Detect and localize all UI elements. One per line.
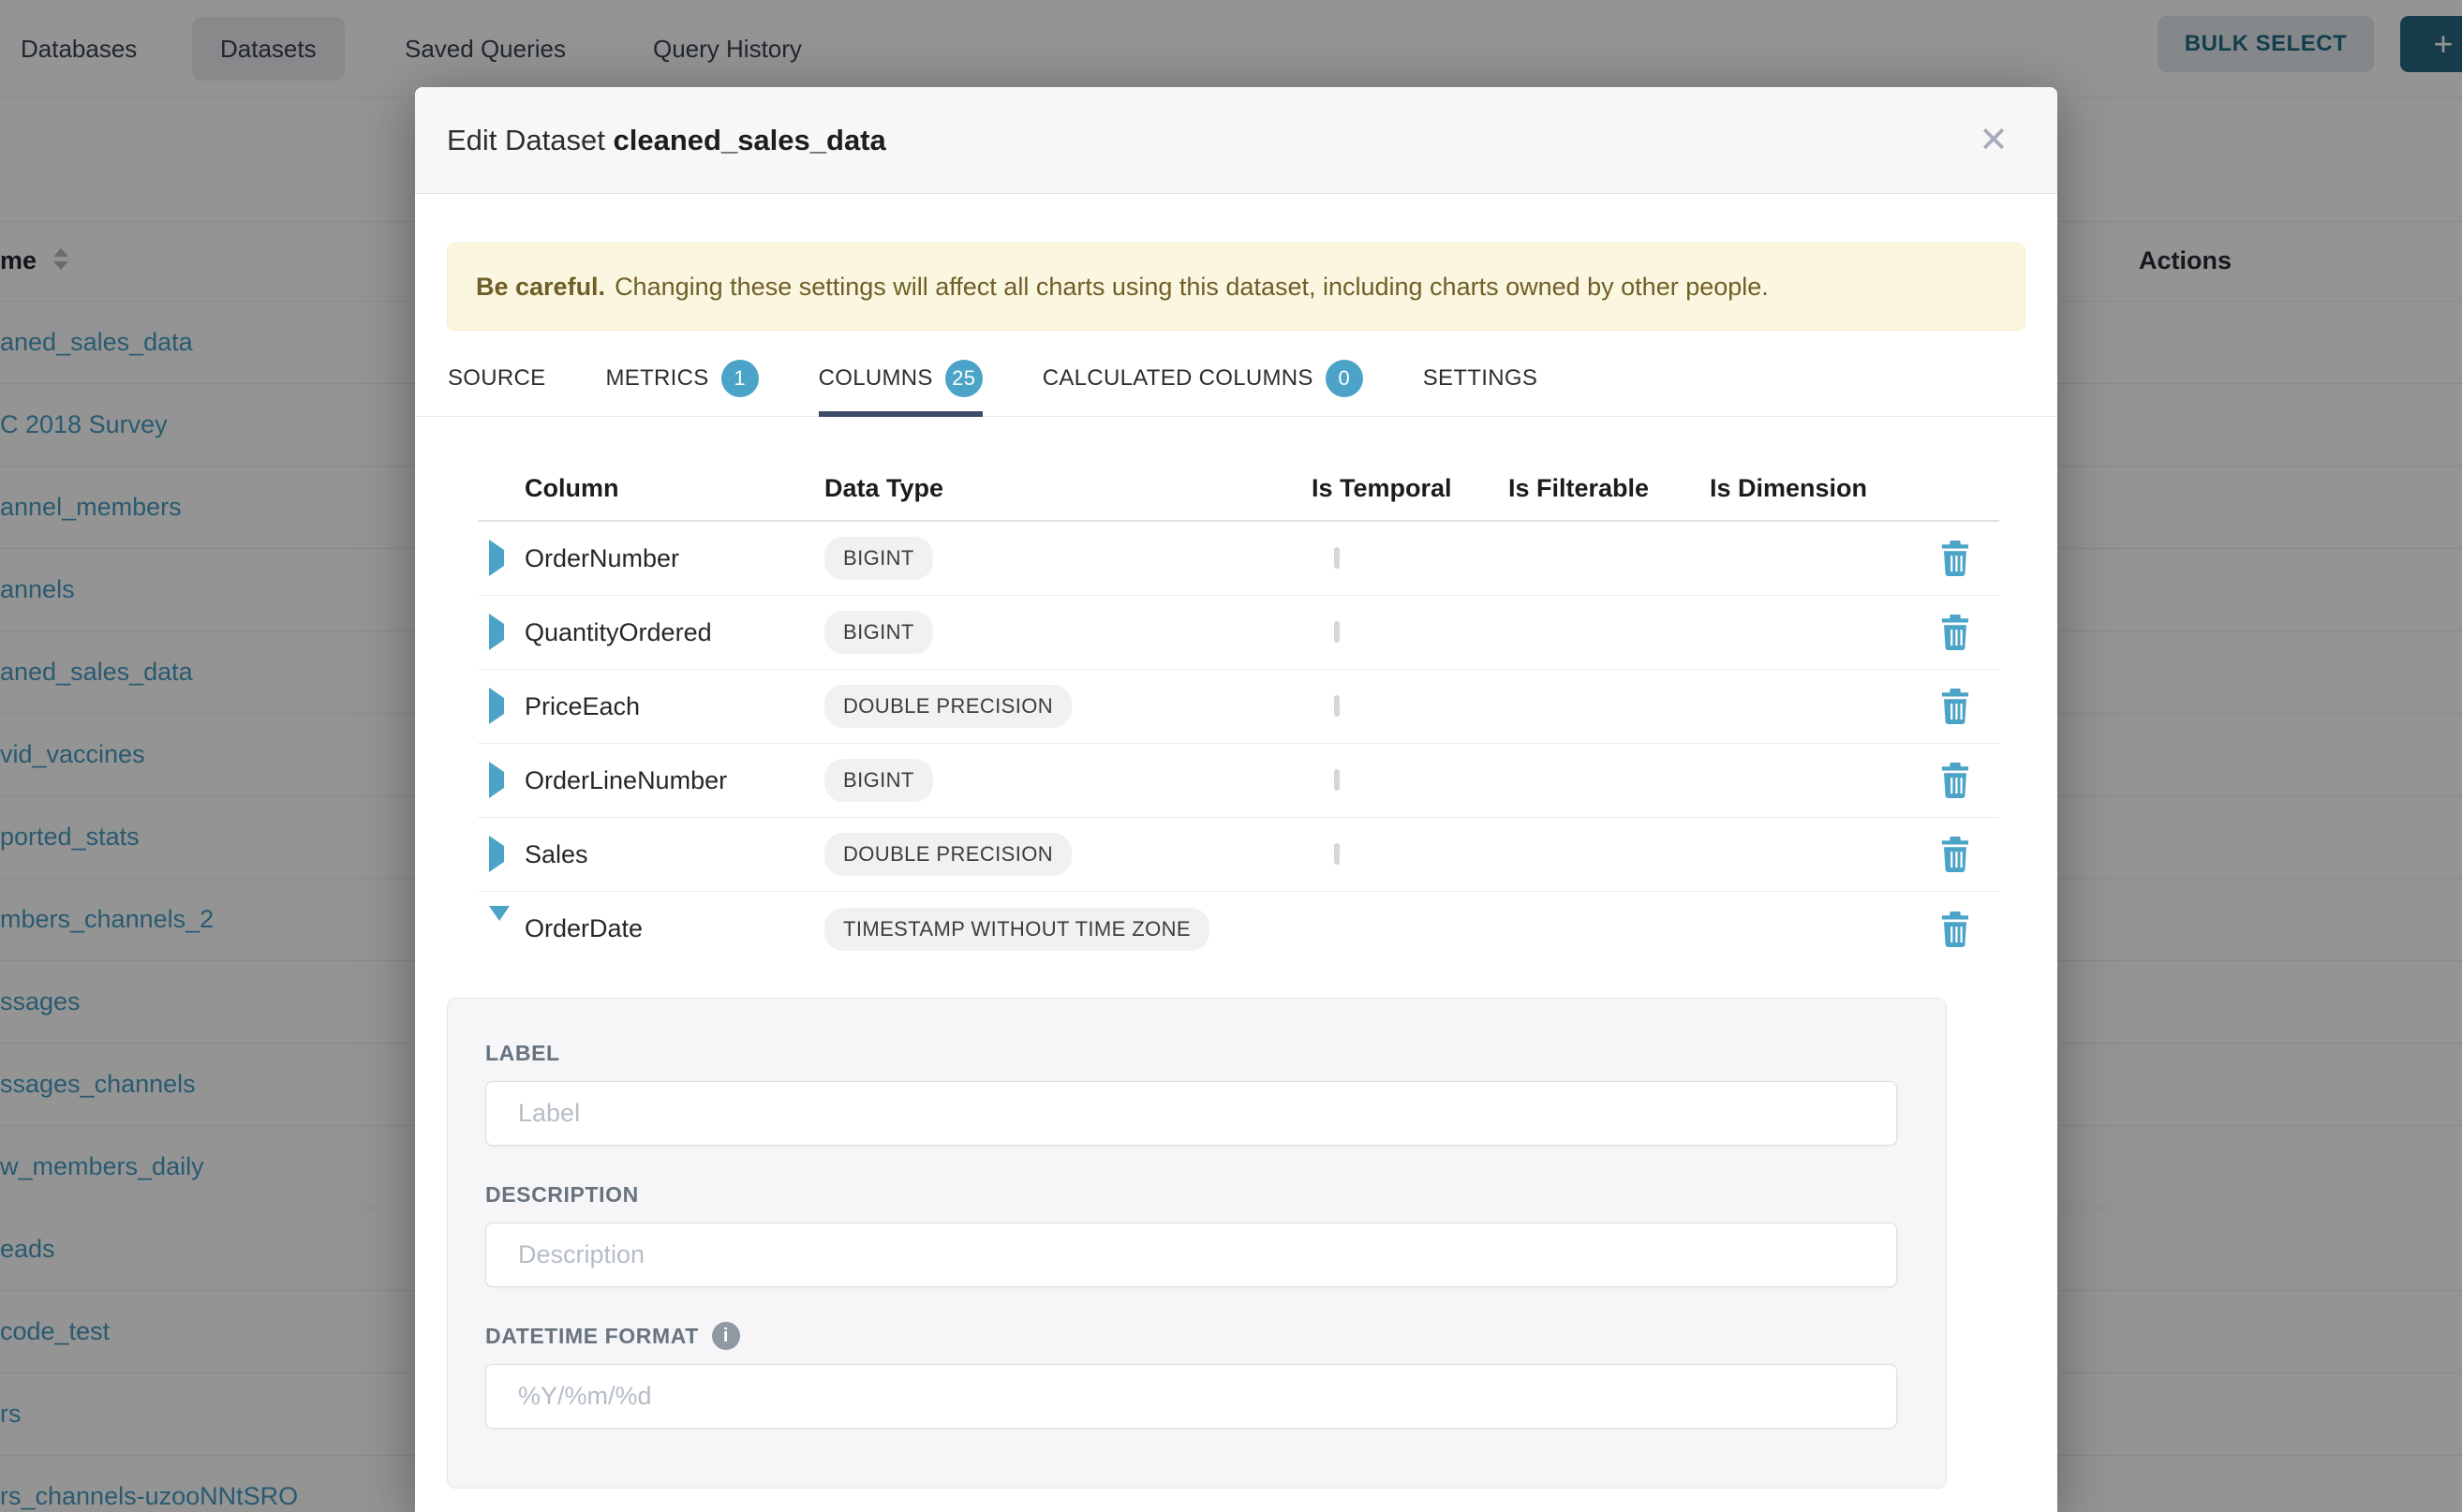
description-field-label: DESCRIPTION [485, 1181, 1897, 1208]
warning-text: Changing these settings will affect all … [615, 273, 1769, 301]
expand-caret-icon[interactable] [489, 688, 504, 724]
column-row: OrderDate TIMESTAMP WITHOUT TIME ZONE [478, 892, 1999, 966]
columns-count-badge: 25 [945, 360, 983, 397]
expand-caret-icon[interactable] [489, 836, 504, 872]
metrics-count-badge: 1 [721, 360, 759, 397]
delete-column-icon[interactable] [1939, 912, 1971, 947]
expand-caret-icon[interactable] [489, 614, 504, 650]
modal-header: Edit Dataset cleaned_sales_data ✕ [415, 87, 2057, 194]
delete-column-icon[interactable] [1939, 541, 1971, 576]
delete-column-icon[interactable] [1939, 689, 1971, 724]
column-row: Sales DOUBLE PRECISION [478, 818, 1999, 892]
column-row: OrderLineNumber BIGINT [478, 744, 1999, 818]
delete-column-icon[interactable] [1939, 837, 1971, 872]
header-is-temporal: Is Temporal [1312, 474, 1508, 503]
label-input[interactable] [485, 1081, 1897, 1146]
expand-caret-icon[interactable] [489, 540, 504, 576]
edit-dataset-modal: Edit Dataset cleaned_sales_data ✕ Be car… [415, 87, 2057, 1512]
data-type-pill: BIGINT [824, 759, 933, 802]
modal-tabbar: SOURCE METRICS 1 COLUMNS 25 CALCULATED C… [415, 353, 2057, 417]
expand-caret-icon[interactable] [489, 906, 510, 937]
column-row: QuantityOrdered BIGINT [478, 596, 1999, 670]
delete-column-icon[interactable] [1939, 763, 1971, 798]
column-name: QuantityOrdered [525, 618, 824, 647]
tab-label: SOURCE [448, 365, 545, 392]
is-temporal-checkbox[interactable] [1334, 547, 1340, 569]
header-is-dimension: Is Dimension [1710, 474, 1911, 503]
is-temporal-checkbox[interactable] [1334, 769, 1340, 791]
tab-settings[interactable]: SETTINGS [1423, 353, 1537, 416]
datetime-format-field-label: DATETIME FORMAT i [485, 1323, 1897, 1349]
column-name: OrderDate [525, 914, 824, 943]
header-data-type: Data Type [824, 474, 1312, 503]
calculated-columns-count-badge: 0 [1326, 360, 1363, 397]
data-type-pill: DOUBLE PRECISION [824, 685, 1072, 728]
column-name: OrderLineNumber [525, 766, 824, 795]
data-type-pill: DOUBLE PRECISION [824, 833, 1072, 876]
is-temporal-checkbox[interactable] [1334, 695, 1340, 717]
is-temporal-checkbox[interactable] [1334, 621, 1340, 643]
tab-columns[interactable]: COLUMNS 25 [819, 353, 983, 416]
is-temporal-checkbox[interactable] [1334, 843, 1340, 865]
tab-label: METRICS [605, 365, 708, 392]
modal-title: Edit Dataset cleaned_sales_data [447, 124, 886, 157]
column-name: PriceEach [525, 692, 824, 721]
tab-label: SETTINGS [1423, 365, 1537, 392]
label-field-label: LABEL [485, 1040, 1897, 1066]
info-icon[interactable]: i [712, 1322, 740, 1350]
tab-metrics[interactable]: METRICS 1 [605, 353, 758, 416]
header-column: Column [525, 474, 824, 503]
column-detail-panel: LABEL DESCRIPTION DATETIME FORMAT i [447, 998, 1947, 1489]
tab-source[interactable]: SOURCE [448, 353, 545, 416]
tab-label: CALCULATED COLUMNS [1043, 365, 1313, 392]
delete-column-icon[interactable] [1939, 615, 1971, 650]
column-name: OrderNumber [525, 544, 824, 573]
header-is-filterable: Is Filterable [1508, 474, 1710, 503]
description-input[interactable] [485, 1223, 1897, 1287]
data-type-pill: BIGINT [824, 611, 933, 654]
close-icon[interactable]: ✕ [1979, 123, 2009, 158]
warning-banner: Be careful. Changing these settings will … [447, 243, 2025, 331]
column-row: OrderNumber BIGINT [478, 522, 1999, 596]
data-type-pill: BIGINT [824, 537, 933, 580]
column-name: Sales [525, 840, 824, 869]
expand-caret-icon[interactable] [489, 762, 504, 798]
warning-bold: Be careful. [476, 273, 605, 301]
datetime-format-input[interactable] [485, 1364, 1897, 1429]
column-row: PriceEach DOUBLE PRECISION [478, 670, 1999, 744]
data-type-pill: TIMESTAMP WITHOUT TIME ZONE [824, 908, 1209, 951]
columns-table-header: Column Data Type Is Temporal Is Filterab… [478, 456, 1999, 522]
modal-title-prefix: Edit Dataset [447, 124, 605, 156]
tab-calculated-columns[interactable]: CALCULATED COLUMNS 0 [1043, 353, 1363, 416]
columns-table-body: OrderNumber BIGINT QuantityOrdered BIGIN… [478, 522, 1999, 966]
tab-label: COLUMNS [819, 365, 933, 392]
columns-table: Column Data Type Is Temporal Is Filterab… [478, 456, 1999, 966]
modal-dataset-name: cleaned_sales_data [614, 124, 886, 156]
